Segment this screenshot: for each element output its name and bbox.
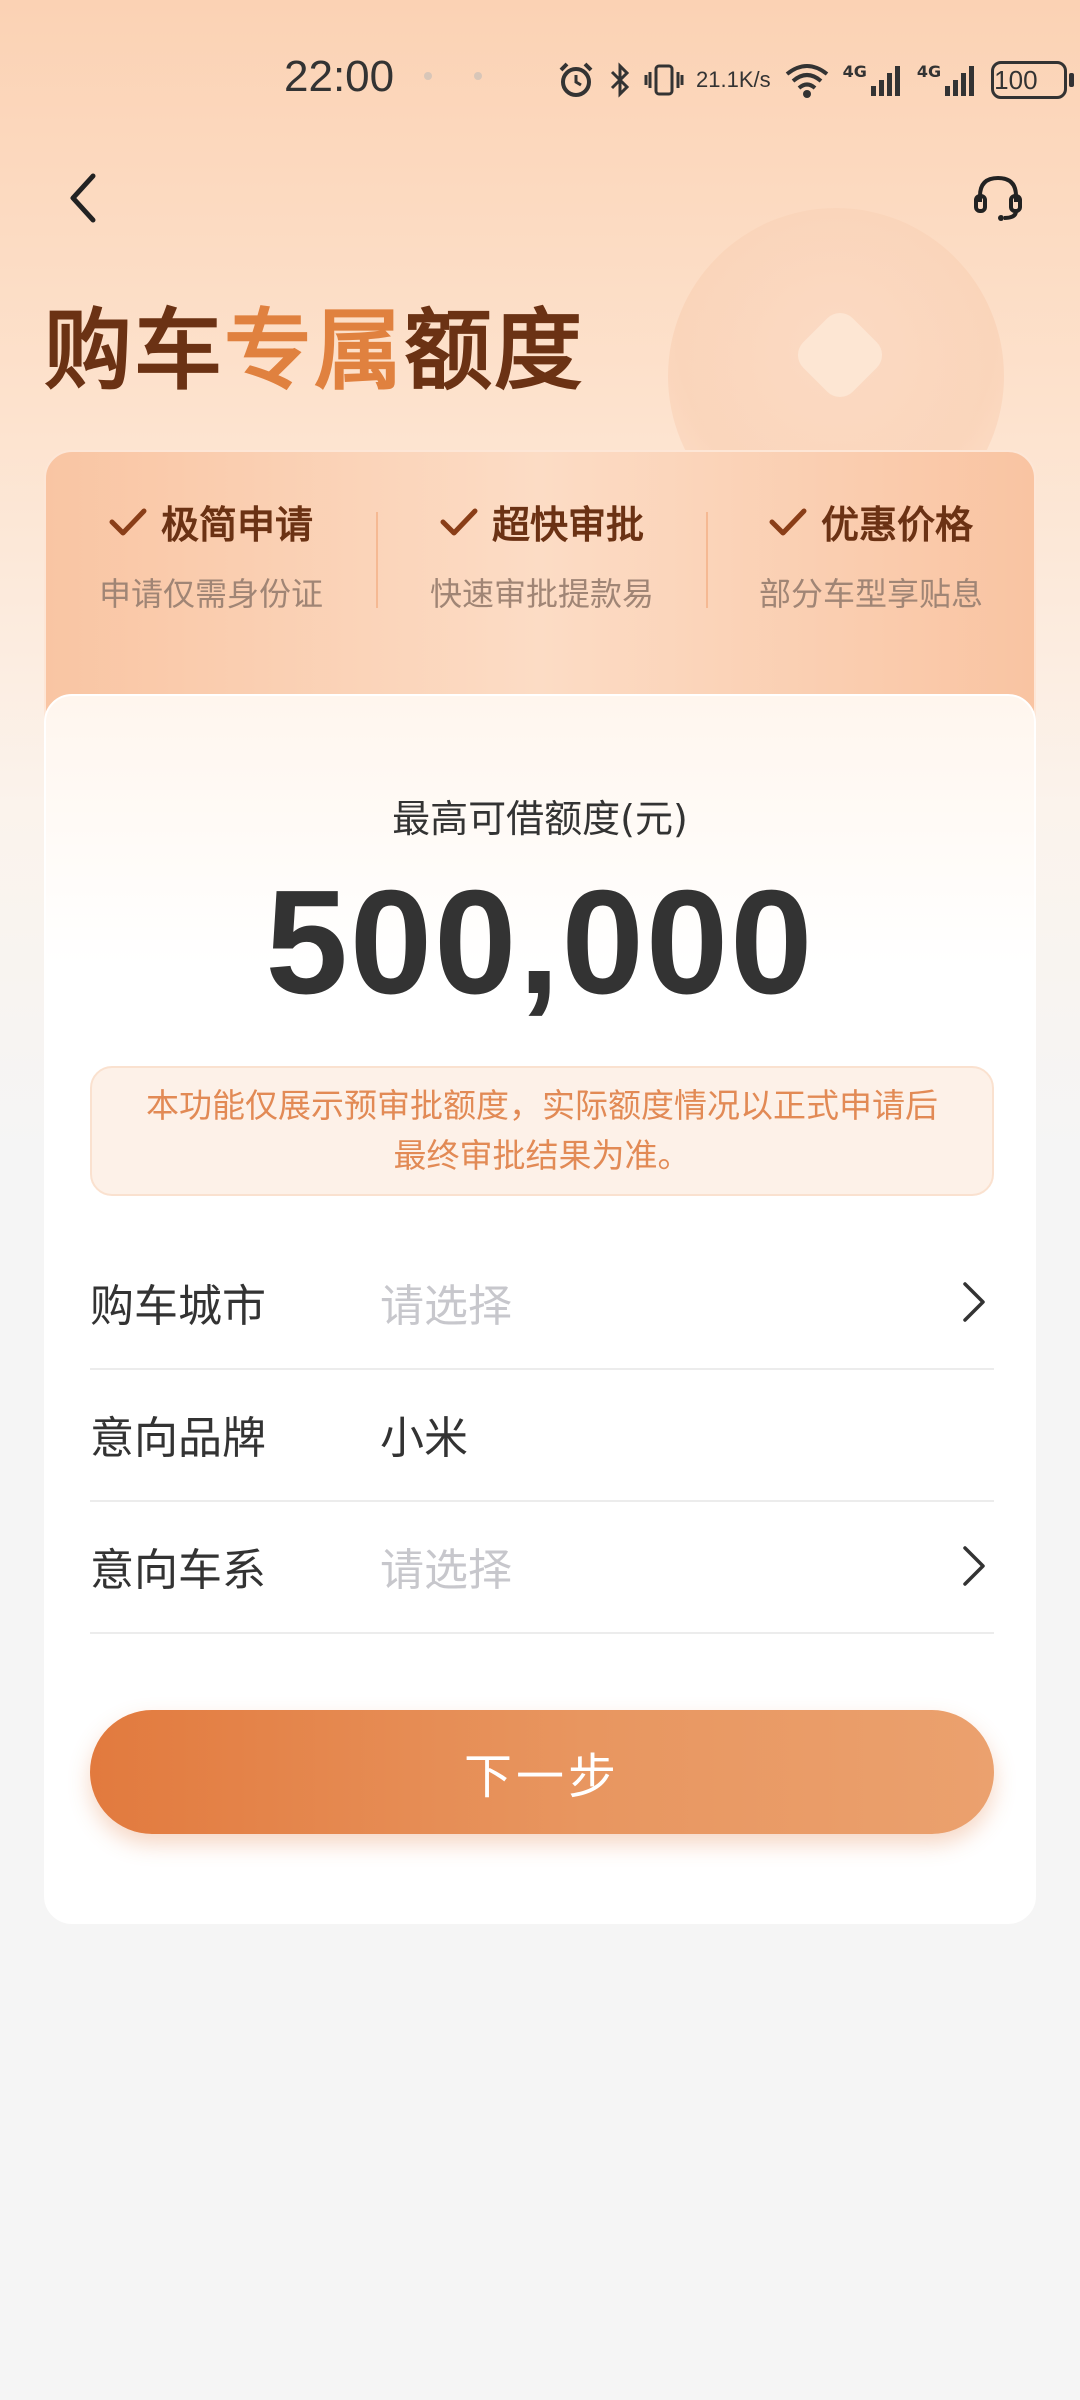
status-time: 22:00 [284, 52, 395, 101]
form-label: 购车城市 [90, 1281, 266, 1332]
feature-subtitle: 申请仅需身份证 [98, 575, 323, 613]
customer-service-button[interactable] [966, 166, 1030, 230]
chevron-right-icon [954, 1536, 994, 1596]
alarm-icon [556, 60, 596, 100]
status-icons: 21.1 K/s 4G 4G 100 [556, 52, 1075, 108]
series-select[interactable]: 请选择 [380, 1534, 954, 1598]
vibrate-icon [644, 60, 684, 100]
check-icon [109, 508, 147, 535]
feature-subtitle: 快速审批提款易 [429, 575, 654, 613]
brand-value[interactable]: 小米 [380, 1402, 994, 1466]
feature-item: 极简申请 申请仅需身份证 [46, 494, 376, 615]
feature-item: 优惠价格 部分车型享贴息 [706, 494, 1036, 615]
wifi-icon [783, 60, 831, 100]
form-row-brand[interactable]: 意向品牌 小米 [90, 1368, 994, 1502]
city-select[interactable]: 请选择 [380, 1270, 954, 1334]
credit-limit-card: 最高可借额度(元) 500,000 本功能仅展示预审批额度，实际额度情况以正式申… [44, 694, 1036, 1924]
headset-icon [974, 175, 1022, 221]
notice-banner: 本功能仅展示预审批额度，实际额度情况以正式申请后最终审批结果为准。 [90, 1066, 994, 1196]
form-label: 意向品牌 [90, 1413, 266, 1464]
chevron-right-icon [954, 1272, 994, 1332]
feature-title: 超快审批 [491, 503, 644, 547]
form-row-series[interactable]: 意向车系 请选择 [90, 1500, 994, 1634]
signal-1-icon: 4G [843, 62, 905, 98]
form-label: 意向车系 [90, 1545, 266, 1596]
status-dot [424, 72, 432, 80]
bluetooth-icon [608, 60, 632, 100]
feature-subtitle: 部分车型享贴息 [758, 575, 983, 613]
notice-text: 本功能仅展示预审批额度，实际额度情况以正式申请后最终审批结果为准。 [146, 1086, 938, 1175]
signal-2-icon: 4G [917, 62, 979, 98]
limit-label: 最高可借额度(元) [392, 797, 688, 841]
feature-title: 优惠价格 [820, 503, 973, 547]
back-button[interactable] [54, 166, 110, 230]
feature-title: 极简申请 [160, 503, 313, 547]
status-dot [474, 72, 482, 80]
status-bar: 22:00 21.1 K/s 4G 4G 100 [0, 0, 1080, 160]
chevron-left-icon [70, 173, 96, 223]
form-row-city[interactable]: 购车城市 请选择 [90, 1236, 994, 1370]
check-icon [440, 508, 478, 535]
page-title: 购车专属额度 [44, 299, 585, 402]
network-speed: 21.1 K/s [696, 67, 771, 92]
check-icon [769, 508, 807, 535]
battery-indicator: 100 [991, 61, 1075, 99]
next-step-button[interactable]: 下一步 [90, 1710, 994, 1834]
next-step-label: 下一步 [463, 1749, 620, 1805]
limit-amount: 500,000 [265, 860, 815, 1025]
feature-item: 超快审批 快速审批提款易 [377, 494, 707, 615]
